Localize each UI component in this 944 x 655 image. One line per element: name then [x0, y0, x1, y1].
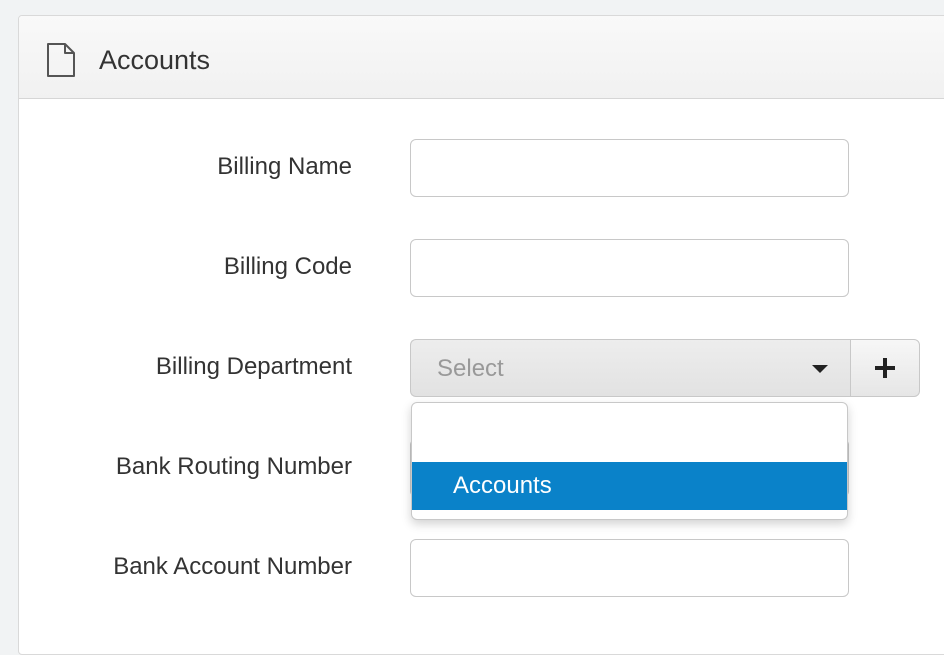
billing-department-row: Billing Department Select: [0, 339, 944, 399]
bank-routing-number-label: Bank Routing Number: [115, 453, 352, 480]
dropdown-option-empty[interactable]: [412, 403, 847, 462]
select-placeholder: Select: [437, 355, 504, 382]
billing-name-input[interactable]: [410, 139, 849, 197]
billing-code-row: Billing Code: [0, 239, 944, 299]
bank-account-number-row: Bank Account Number: [0, 539, 944, 599]
caret-down-icon: [812, 365, 828, 373]
billing-department-label: Billing Department: [155, 353, 352, 380]
bank-account-number-label: Bank Account Number: [113, 553, 352, 580]
add-department-button[interactable]: [850, 339, 920, 397]
document-icon: [46, 43, 76, 77]
billing-code-label: Billing Code: [223, 253, 352, 280]
billing-department-dropdown: Accounts: [411, 402, 848, 520]
dropdown-option-accounts[interactable]: Accounts: [412, 462, 847, 510]
bank-account-number-input[interactable]: [410, 539, 849, 597]
billing-name-row: Billing Name: [0, 139, 944, 199]
billing-code-input[interactable]: [410, 239, 849, 297]
billing-department-select[interactable]: Select: [410, 339, 850, 397]
panel-title: Accounts: [99, 45, 211, 75]
plus-icon: [875, 358, 895, 378]
panel-header: Accounts: [19, 16, 944, 99]
billing-name-label: Billing Name: [217, 153, 352, 180]
